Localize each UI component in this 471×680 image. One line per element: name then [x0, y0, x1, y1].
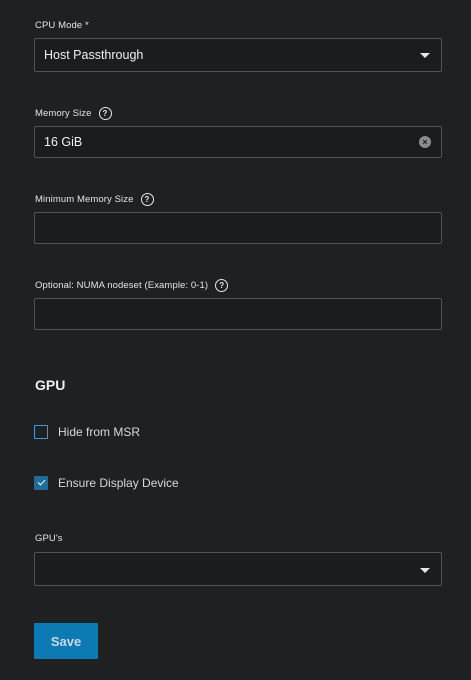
cpu-mode-label: CPU Mode *	[35, 20, 89, 31]
cpu-mode-select[interactable]: Host Passthrough	[34, 38, 442, 72]
memory-size-value: 16 GiB	[44, 135, 83, 149]
minimum-memory-size-label-text: Minimum Memory Size	[35, 194, 134, 205]
ensure-display-device-checkbox-row[interactable]: Ensure Display Device	[34, 476, 179, 490]
memory-size-label-text: Memory Size	[35, 108, 92, 119]
help-icon[interactable]: ?	[98, 107, 112, 120]
numa-nodeset-label: Optional: NUMA nodeset (Example: 0-1) ?	[35, 279, 229, 292]
ensure-display-device-label: Ensure Display Device	[58, 476, 179, 490]
gpus-label: GPU's	[35, 533, 63, 544]
vm-settings-form: CPU Mode * Host Passthrough Memory Size …	[0, 0, 471, 680]
save-button[interactable]: Save	[34, 623, 98, 659]
hide-from-msr-checkbox[interactable]	[34, 425, 48, 439]
minimum-memory-size-label: Minimum Memory Size ?	[35, 193, 154, 206]
gpus-select[interactable]	[34, 552, 442, 586]
gpus-label-text: GPU's	[35, 533, 63, 544]
cpu-mode-label-text: CPU Mode *	[35, 20, 89, 31]
hide-from-msr-checkbox-row[interactable]: Hide from MSR	[34, 425, 140, 439]
cpu-mode-value: Host Passthrough	[44, 48, 144, 62]
clear-icon[interactable]: ×	[419, 136, 431, 148]
hide-from-msr-label: Hide from MSR	[58, 425, 141, 439]
minimum-memory-size-input[interactable]	[34, 212, 442, 244]
chevron-down-icon	[420, 568, 430, 573]
numa-nodeset-input[interactable]	[34, 298, 442, 330]
chevron-down-icon	[420, 53, 430, 58]
help-icon[interactable]: ?	[215, 279, 229, 292]
numa-nodeset-label-text: Optional: NUMA nodeset (Example: 0-1)	[35, 280, 209, 291]
help-icon[interactable]: ?	[140, 193, 154, 206]
memory-size-input[interactable]: 16 GiB ×	[34, 126, 442, 158]
gpu-section-title: GPU	[35, 377, 66, 393]
ensure-display-device-checkbox[interactable]	[34, 476, 48, 490]
memory-size-label: Memory Size ?	[35, 107, 112, 120]
